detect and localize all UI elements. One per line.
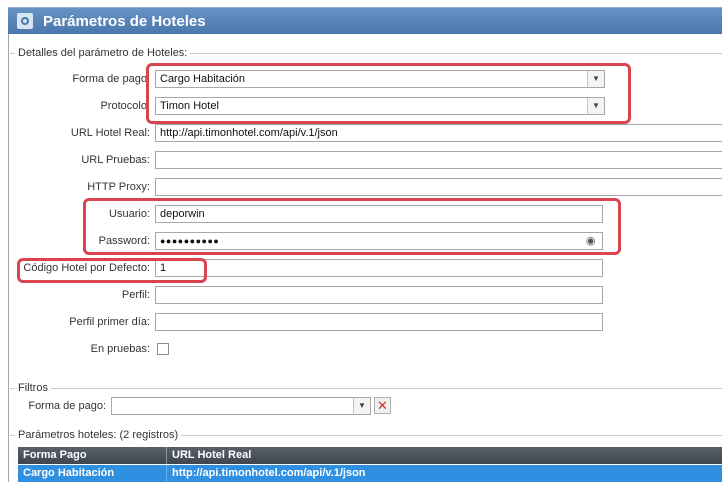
usuario-label: Usuario: <box>109 208 150 220</box>
url-pruebas-label: URL Pruebas: <box>81 154 150 166</box>
password-value: ●●●●●●●●●● <box>160 236 220 246</box>
protocolo-select[interactable]: Timon Hotel ▼ <box>155 97 605 115</box>
chevron-down-icon: ▼ <box>592 101 600 110</box>
clear-filter-button[interactable]: ✕ <box>374 397 391 414</box>
forma-pago-label: Forma de pago: <box>72 73 150 85</box>
perfil-label: Perfil: <box>121 289 150 301</box>
window-title: Parámetros de Hoteles <box>43 12 206 30</box>
column-header-url-hotel-real[interactable]: URL Hotel Real <box>167 447 251 464</box>
codigo-hotel-value: 1 <box>160 262 167 274</box>
filters-legend: Filtros <box>15 382 51 394</box>
forma-pago-value: Cargo Habitación <box>160 73 245 85</box>
row-forma-pago: Cargo Habitación <box>23 467 115 479</box>
perfil-primer-dia-input[interactable] <box>155 313 603 331</box>
close-icon: ✕ <box>377 398 388 413</box>
en-pruebas-checkbox[interactable] <box>157 343 169 355</box>
filter-forma-pago-dropdown-button[interactable]: ▼ <box>353 398 370 414</box>
password-input[interactable]: ●●●●●●●●●● ◉ <box>155 232 603 250</box>
password-label: Password: <box>98 235 150 247</box>
protocolo-label: Protocolo: <box>100 100 150 112</box>
window-titlebar: Parámetros de Hoteles <box>8 7 722 34</box>
perfil-primer-dia-label: Perfil primer día: <box>69 316 150 328</box>
codigo-hotel-input[interactable]: 1 <box>155 259 603 277</box>
perfil-input[interactable] <box>155 286 603 304</box>
filter-forma-pago-label: Forma de pago: <box>28 400 106 412</box>
column-header-forma-pago[interactable]: Forma Pago <box>18 447 166 464</box>
grid-legend: Parámetros hoteles: (2 registros) <box>15 429 182 441</box>
protocolo-value: Timon Hotel <box>160 100 219 112</box>
chevron-down-icon: ▼ <box>358 401 366 410</box>
row-url-hotel-real: http://api.timonhotel.com/api/v.1/json <box>172 467 366 479</box>
filter-forma-pago-select[interactable]: ▼ <box>111 397 371 415</box>
protocolo-dropdown-button[interactable]: ▼ <box>587 98 604 114</box>
url-pruebas-input[interactable] <box>155 151 722 169</box>
en-pruebas-label: En pruebas: <box>90 343 150 355</box>
chevron-down-icon: ▼ <box>592 74 600 83</box>
url-real-label: URL Hotel Real: <box>70 127 150 139</box>
details-legend: Detalles del parámetro de Hoteles: <box>15 47 191 59</box>
table-row[interactable]: Cargo Habitación http://api.timonhotel.c… <box>18 465 722 482</box>
grid-header: Forma Pago URL Hotel Real <box>18 447 722 464</box>
window-left-border <box>8 34 9 482</box>
usuario-input[interactable]: deporwin <box>155 205 603 223</box>
codigo-hotel-label: Código Hotel por Defecto: <box>23 262 150 274</box>
settings-gear-icon <box>17 13 33 29</box>
http-proxy-input[interactable] <box>155 178 722 196</box>
url-real-input[interactable]: http://api.timonhotel.com/api/v.1/json <box>155 124 722 142</box>
http-proxy-label: HTTP Proxy: <box>87 181 150 193</box>
usuario-value: deporwin <box>160 208 205 220</box>
forma-pago-dropdown-button[interactable]: ▼ <box>587 71 604 87</box>
forma-pago-select[interactable]: Cargo Habitación ▼ <box>155 70 605 88</box>
url-real-value: http://api.timonhotel.com/api/v.1/json <box>160 127 338 139</box>
show-password-eye-icon[interactable]: ◉ <box>586 235 596 247</box>
